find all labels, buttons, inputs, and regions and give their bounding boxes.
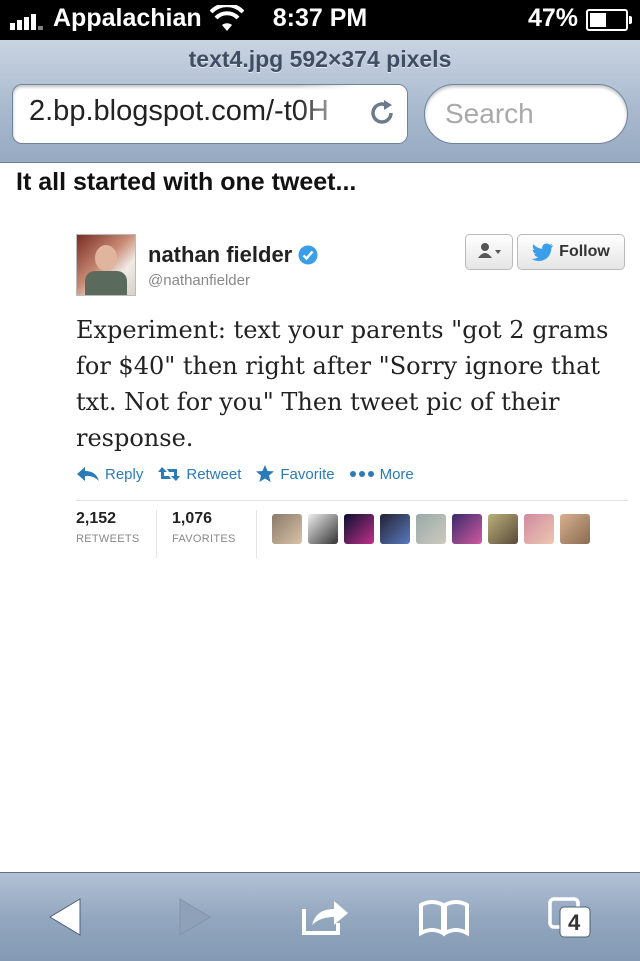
page-headline: It all started with one tweet... (16, 168, 357, 196)
tweet-author-name[interactable]: nathan fielder (148, 242, 318, 268)
tweet-text: Experiment: text your parents "got 2 gra… (76, 316, 609, 452)
tweet-divider (76, 500, 628, 501)
verified-badge-icon (298, 245, 318, 265)
reload-icon[interactable] (367, 98, 397, 128)
favorite-action[interactable]: Favorite (255, 464, 335, 484)
search-field[interactable]: Search (424, 84, 628, 144)
url-text: 2.bp.blogspot.com/-t0H (29, 95, 329, 127)
more-action[interactable]: More (349, 466, 414, 483)
more-label: More (379, 465, 414, 483)
browser-top-bar: text4.jpg 592×374 pixels 2.bp.blogspot.c… (0, 40, 640, 163)
stats-separator (256, 510, 257, 558)
page-title: text4.jpg 592×374 pixels (188, 46, 452, 72)
favorite-label: Favorite (280, 465, 335, 483)
tweet-actions: Reply Retweet Favorite More (76, 464, 428, 484)
favorites-label: FAVORITES (172, 533, 236, 545)
reply-action[interactable]: Reply (76, 466, 143, 483)
url-field[interactable]: 2.bp.blogspot.com/-t0H (12, 84, 408, 144)
avatar[interactable] (76, 234, 136, 296)
retweet-icon (158, 467, 181, 481)
battery-percent: 47% (527, 4, 578, 32)
favoriter-avatar[interactable] (380, 514, 410, 544)
twitter-bird-icon (532, 243, 554, 261)
favoriter-avatar[interactable] (344, 514, 374, 544)
reply-icon (77, 467, 99, 481)
user-actions-button[interactable] (465, 234, 513, 270)
stats-separator (156, 510, 157, 558)
tabs-button[interactable]: 4 (548, 893, 594, 941)
status-bar: Appalachian 8:37 PM 47% (0, 0, 640, 40)
bookmarks-icon[interactable] (418, 893, 470, 941)
retweets-count: 2,152 (76, 510, 117, 527)
favoriter-avatar[interactable] (524, 514, 554, 544)
follow-button[interactable]: Follow (517, 234, 625, 270)
retweet-action[interactable]: Retweet (157, 465, 241, 483)
tab-count: 4 (568, 910, 581, 935)
favoriter-avatar[interactable] (272, 514, 302, 544)
retweets-label: RETWEETS (76, 533, 140, 545)
favoriter-avatar[interactable] (452, 514, 482, 544)
favorites-count: 1,076 (172, 510, 213, 527)
author-name-text: nathan fielder (148, 242, 293, 267)
retweet-label: Retweet (186, 465, 242, 483)
tweet-author-handle[interactable]: @nathanfielder (148, 272, 250, 289)
retweets-stat[interactable]: 2,152 RETWEETS (76, 510, 140, 545)
forward-icon[interactable] (174, 893, 214, 941)
favoriter-avatar[interactable] (308, 514, 338, 544)
user-dropdown-icon (478, 243, 501, 258)
star-icon (256, 465, 275, 482)
reply-label: Reply (105, 465, 144, 483)
share-icon[interactable] (300, 893, 350, 941)
favoriter-avatar[interactable] (488, 514, 518, 544)
battery-icon (586, 9, 632, 31)
favoriter-avatar[interactable] (560, 514, 590, 544)
favoriter-avatar[interactable] (416, 514, 446, 544)
battery-fill (590, 13, 606, 27)
more-dots-icon (349, 471, 374, 477)
search-placeholder: Search (445, 98, 534, 129)
favorites-stat[interactable]: 1,076 FAVORITES (172, 510, 236, 545)
favoriters-avatars (272, 514, 596, 544)
browser-bottom-toolbar: 4 (0, 872, 640, 961)
back-icon[interactable] (46, 893, 86, 941)
follow-label: Follow (559, 243, 610, 260)
